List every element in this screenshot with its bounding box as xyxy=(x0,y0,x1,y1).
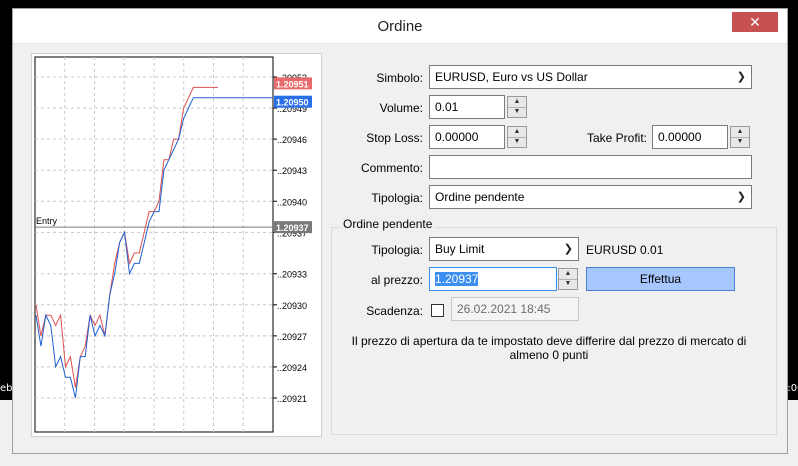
expiry-date-input[interactable]: 26.02.2021 18:45 xyxy=(451,297,579,321)
stop-loss-label: Stop Loss: xyxy=(366,131,423,145)
stepper-down-icon[interactable]: ▼ xyxy=(508,137,526,147)
stop-loss-value: 0.00000 xyxy=(435,130,479,144)
chevron-down-icon: ❯ xyxy=(736,191,746,203)
chart-canvas: ..20952..20949..20946..20943..20940..209… xyxy=(34,56,312,433)
stop-loss-stepper[interactable]: ▲ ▼ xyxy=(507,126,527,148)
chart-y-tick-label: ..20943 xyxy=(277,166,307,176)
price-value: 1.20937 xyxy=(435,272,479,286)
volume-stepper[interactable]: ▲ ▼ xyxy=(507,96,527,118)
background-axis-label-left: eb xyxy=(0,383,13,394)
chart-y-tick-label: ..20921 xyxy=(277,394,307,404)
symbol-select[interactable]: EURUSD, Euro vs US Dollar ❯ xyxy=(429,65,752,89)
order-dialog: Ordine ✕ ..20952..20949..20946..20943..2… xyxy=(12,8,788,454)
place-order-button[interactable]: Effettua xyxy=(586,267,735,291)
chevron-down-icon: ❯ xyxy=(736,71,746,83)
order-type-select[interactable]: Ordine pendente ❯ xyxy=(429,185,752,209)
title-bar[interactable]: Ordine ✕ xyxy=(13,9,787,44)
stepper-down-icon[interactable]: ▼ xyxy=(731,137,749,147)
entry-price-label: 1.20937 xyxy=(276,223,309,233)
take-profit-label: Take Profit: xyxy=(586,131,647,145)
price-stepper[interactable]: ▲ ▼ xyxy=(558,268,578,290)
price-input[interactable]: 1.20937 xyxy=(429,267,557,291)
take-profit-value: 0.00000 xyxy=(658,130,702,144)
expiry-checkbox[interactable] xyxy=(431,304,444,317)
order-type-value: Ordine pendente xyxy=(435,190,525,204)
expiry-date-value: 26.02.2021 18:45 xyxy=(457,302,551,316)
pending-symbol-info: EURUSD 0.01 xyxy=(586,243,664,257)
take-profit-input[interactable]: 0.00000 xyxy=(652,125,728,149)
chevron-down-icon: ❯ xyxy=(563,243,573,255)
price-info-message: Il prezzo di apertura da te impostato de… xyxy=(351,334,747,362)
pending-type-value: Buy Limit xyxy=(435,242,485,256)
price-chart: ..20952..20949..20946..20943..20940..209… xyxy=(31,53,322,437)
take-profit-stepper[interactable]: ▲ ▼ xyxy=(730,126,750,148)
stepper-down-icon[interactable]: ▼ xyxy=(559,279,577,289)
price-label: al prezzo: xyxy=(370,273,423,287)
pending-order-group-title: Ordine pendente xyxy=(339,217,437,231)
close-button[interactable]: ✕ xyxy=(732,12,778,32)
stop-loss-input[interactable]: 0.00000 xyxy=(429,125,505,149)
comment-label: Commento: xyxy=(360,161,423,175)
volume-input[interactable]: 0.01 xyxy=(429,95,505,119)
chart-y-tick-label: ..20946 xyxy=(277,135,307,145)
dialog-title: Ordine xyxy=(377,18,423,35)
close-icon: ✕ xyxy=(749,14,761,30)
volume-label: Volume: xyxy=(379,101,423,115)
ask-price-label: 1.20951 xyxy=(276,79,309,89)
stepper-down-icon[interactable]: ▼ xyxy=(508,107,526,117)
chart-y-tick-label: ..20933 xyxy=(277,270,307,280)
chart-y-tick-label: ..20924 xyxy=(277,363,307,373)
chart-y-tick-label: ..20927 xyxy=(277,332,307,342)
bid-price-label: 1.20950 xyxy=(276,98,309,108)
entry-label: Entry xyxy=(36,216,58,226)
volume-value: 0.01 xyxy=(435,100,459,114)
order-type-label: Tipologia: xyxy=(371,191,423,205)
pending-type-label: Tipologia: xyxy=(371,243,423,257)
chart-y-tick-label: ..20930 xyxy=(277,301,307,311)
symbol-select-value: EURUSD, Euro vs US Dollar xyxy=(435,70,588,84)
symbol-label: Simbolo: xyxy=(376,71,423,85)
pending-type-select[interactable]: Buy Limit ❯ xyxy=(429,237,579,261)
chart-y-tick-label: ..20940 xyxy=(277,197,307,207)
expiry-label: Scadenza: xyxy=(366,304,423,318)
comment-input[interactable] xyxy=(429,155,752,179)
